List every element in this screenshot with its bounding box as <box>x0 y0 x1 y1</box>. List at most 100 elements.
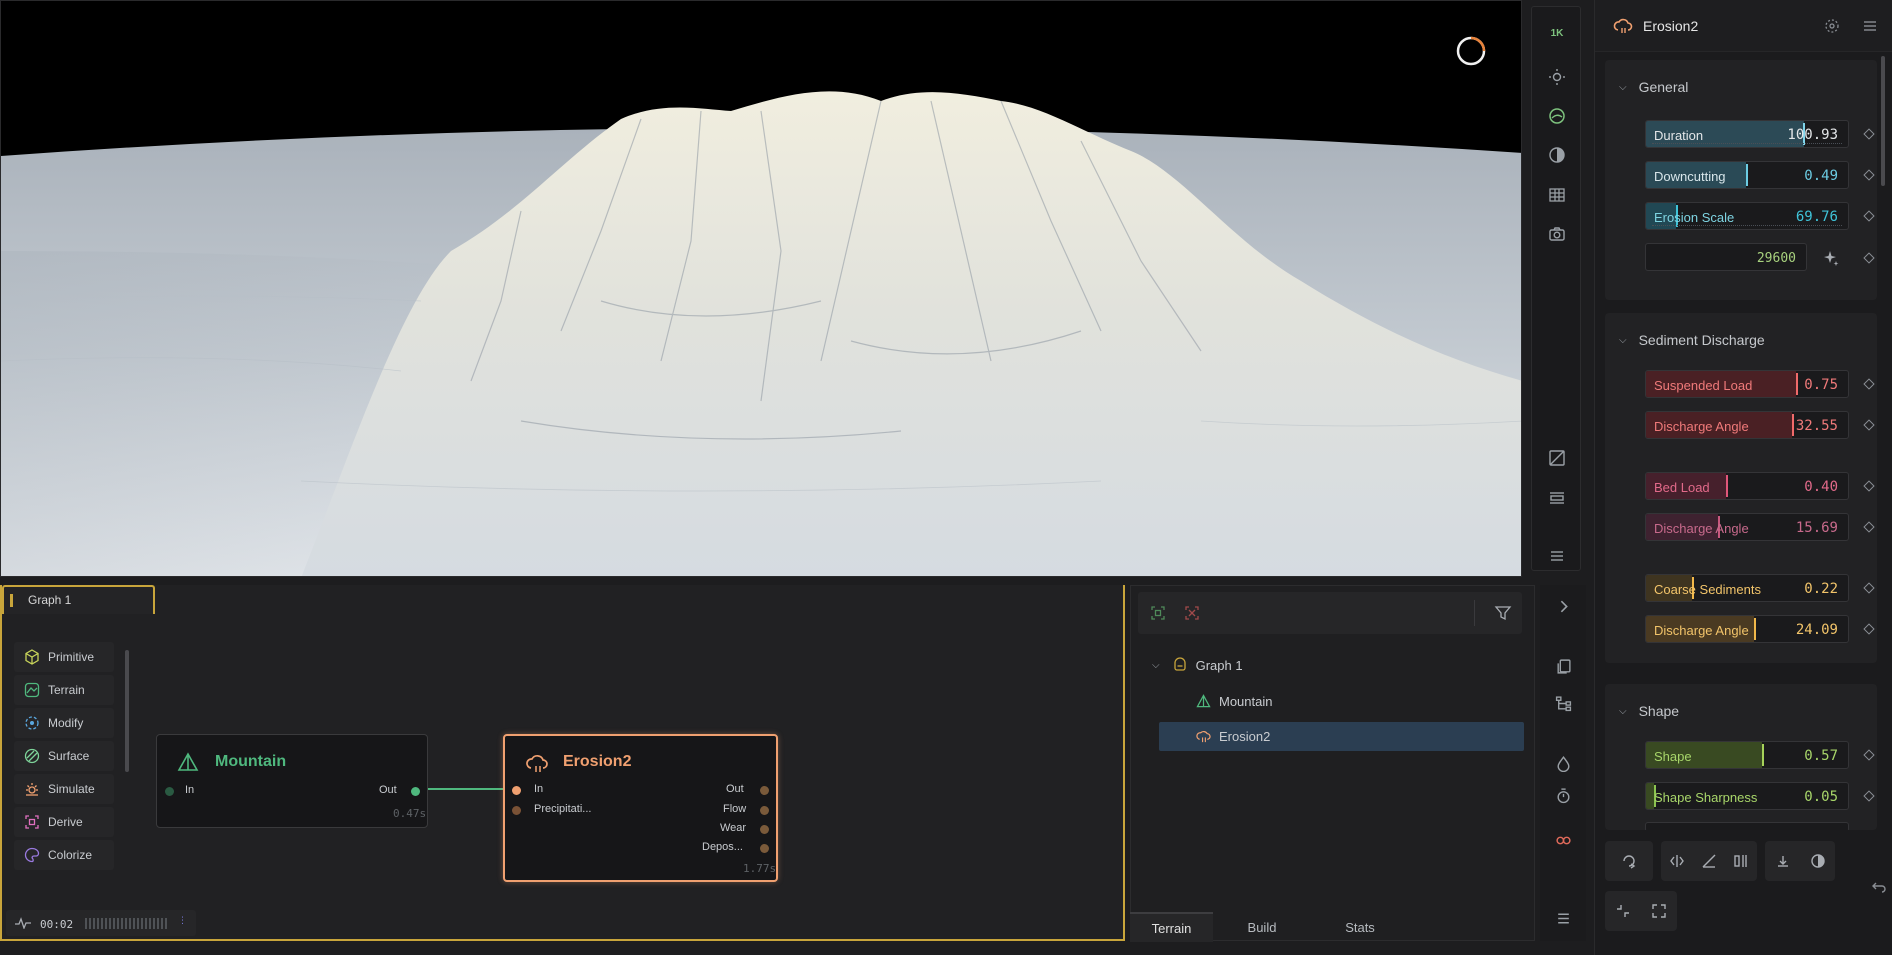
download-icon[interactable] <box>1772 850 1794 872</box>
coarse-sediments-slider[interactable]: Coarse Sediments 0.22 <box>1645 574 1849 602</box>
shape-slider[interactable]: Shape 0.57 <box>1645 741 1849 769</box>
undo-icon[interactable] <box>1871 878 1887 894</box>
keyframe-diamond-icon[interactable] <box>1863 378 1875 390</box>
camera-icon[interactable] <box>1541 220 1573 248</box>
copy-icon[interactable] <box>1552 655 1574 677</box>
plugin-icon[interactable] <box>1552 829 1574 851</box>
hierarchy-toolbar <box>1138 592 1522 634</box>
palette-item-primitive[interactable]: Primitive <box>14 642 114 672</box>
seed-field[interactable]: 29600 <box>1645 243 1807 271</box>
output-port[interactable] <box>760 806 769 815</box>
cube-icon <box>25 649 39 665</box>
duration-slider[interactable]: Duration 100.93 <box>1645 120 1849 148</box>
bed-load-slider[interactable]: Bed Load 0.40 <box>1645 472 1849 500</box>
flip-icon[interactable] <box>1666 850 1688 872</box>
tree-item-graph-1[interactable]: ⌵ Graph 1 <box>1152 657 1243 673</box>
select-icon[interactable] <box>1150 605 1166 621</box>
expand-icon[interactable] <box>1648 900 1670 922</box>
chevron-down-icon: ⌵ <box>1152 659 1160 671</box>
align-icon[interactable] <box>1730 850 1752 872</box>
deselect-icon[interactable] <box>1184 605 1200 621</box>
keyframe-diamond-icon[interactable] <box>1863 480 1875 492</box>
slope-icon[interactable] <box>1698 850 1720 872</box>
keyframe-diamond-icon[interactable] <box>1863 749 1875 761</box>
tab-graph-1[interactable]: Graph 1 <box>2 585 155 614</box>
tree-item-mountain[interactable]: Mountain <box>1196 694 1272 709</box>
bed-discharge-angle-slider[interactable]: Discharge Angle 15.69 <box>1645 513 1849 541</box>
timer-icon[interactable] <box>1552 784 1574 806</box>
erosion-scale-slider[interactable]: Erosion Scale 69.76 <box>1645 202 1849 230</box>
environment-icon[interactable] <box>1541 102 1573 130</box>
build-time: 00:02 <box>40 918 74 931</box>
palette-item-surface[interactable]: Surface <box>14 741 114 771</box>
sun-icon[interactable] <box>1541 63 1573 91</box>
keyframe-diamond-icon[interactable] <box>1863 128 1875 140</box>
tree-item-erosion2[interactable]: Erosion2 <box>1196 729 1270 744</box>
palette-scrollbar[interactable] <box>125 650 129 772</box>
section-shape-header[interactable]: ⌵ Shape <box>1619 703 1679 719</box>
hierarchy-icon[interactable] <box>1552 692 1574 714</box>
suspended-load-slider[interactable]: Suspended Load 0.75 <box>1645 370 1849 398</box>
grid-icon[interactable] <box>1541 181 1573 209</box>
more-indicator-icon[interactable]: ⋮ <box>178 915 187 926</box>
tab-terrain[interactable]: Terrain <box>1130 912 1213 942</box>
keyframe-diamond-icon[interactable] <box>1863 419 1875 431</box>
keyframe-diamond-icon[interactable] <box>1863 210 1875 222</box>
coarse-discharge-angle-slider[interactable]: Discharge Angle 24.09 <box>1645 615 1849 643</box>
keyframe-diamond-icon[interactable] <box>1863 623 1875 635</box>
output-port[interactable] <box>760 844 769 853</box>
properties-menu-icon[interactable] <box>1861 17 1879 35</box>
resolution-button[interactable]: 1K <box>1541 19 1573 47</box>
shape-sharpness-slider[interactable]: Shape Sharpness 0.05 <box>1645 782 1849 810</box>
input-port[interactable] <box>512 786 521 795</box>
palette-item-modify[interactable]: Modify <box>14 708 114 738</box>
terrain-viewport[interactable] <box>0 0 1522 577</box>
tab-build[interactable]: Build <box>1218 912 1306 942</box>
keyframe-diamond-icon[interactable] <box>1863 521 1875 533</box>
output-port[interactable] <box>411 787 420 796</box>
keyframe-diamond-icon[interactable] <box>1863 582 1875 594</box>
input-port[interactable] <box>165 787 174 796</box>
split-view-icon[interactable] <box>1541 444 1573 472</box>
drop-icon[interactable] <box>1552 752 1574 774</box>
hidden-slider-partial[interactable] <box>1645 822 1849 830</box>
slider-label: Bed Load <box>1654 480 1710 495</box>
loop-node-icon[interactable] <box>1618 850 1640 872</box>
graph-icon <box>1173 657 1186 671</box>
randomize-seed-icon[interactable] <box>1821 248 1841 268</box>
measure-icon[interactable] <box>1541 484 1573 512</box>
section-general-header[interactable]: ⌵ General <box>1619 79 1688 95</box>
section-title: General <box>1638 79 1689 95</box>
suspended-discharge-angle-slider[interactable]: Discharge Angle 32.55 <box>1645 411 1849 439</box>
focus-icon[interactable] <box>1823 17 1841 35</box>
slider-value: 0.22 <box>1804 581 1838 597</box>
output-port[interactable] <box>760 825 769 834</box>
menu-icon[interactable] <box>1541 542 1573 570</box>
tab-stats[interactable]: Stats <box>1314 912 1406 942</box>
keyframe-diamond-icon[interactable] <box>1863 169 1875 181</box>
palette-icon <box>24 847 40 863</box>
list-menu-icon[interactable] <box>1552 907 1574 929</box>
palette-label: Terrain <box>48 683 85 697</box>
half-circle-icon[interactable] <box>1807 850 1829 872</box>
palette-item-simulate[interactable]: Simulate <box>14 774 114 804</box>
input-port[interactable] <box>512 806 521 815</box>
section-sediment-header[interactable]: ⌵ Sediment Discharge <box>1619 332 1765 348</box>
collapse-icon[interactable] <box>1612 900 1634 922</box>
node-erosion2[interactable]: Erosion2 In Precipitati... Out Flow Wear… <box>503 734 778 882</box>
section-general: ⌵ General Duration 100.93 Downcutting 0.… <box>1605 60 1877 300</box>
palette-item-derive[interactable]: Derive <box>14 807 114 837</box>
slider-label: Downcutting <box>1654 169 1726 184</box>
keyframe-diamond-icon[interactable] <box>1863 790 1875 802</box>
palette-item-colorize[interactable]: Colorize <box>14 840 114 870</box>
output-port[interactable] <box>760 786 769 795</box>
properties-scrollbar[interactable] <box>1881 56 1885 186</box>
filter-icon[interactable] <box>1494 604 1512 622</box>
downcutting-slider[interactable]: Downcutting 0.49 <box>1645 161 1849 189</box>
palette-item-terrain[interactable]: Terrain <box>14 675 114 705</box>
surface-icon <box>24 748 40 764</box>
contrast-icon[interactable] <box>1541 141 1573 169</box>
chevron-right-icon[interactable] <box>1552 595 1574 617</box>
node-mountain[interactable]: Mountain In Out 0.47s <box>156 734 428 828</box>
keyframe-diamond-icon[interactable] <box>1863 252 1875 264</box>
